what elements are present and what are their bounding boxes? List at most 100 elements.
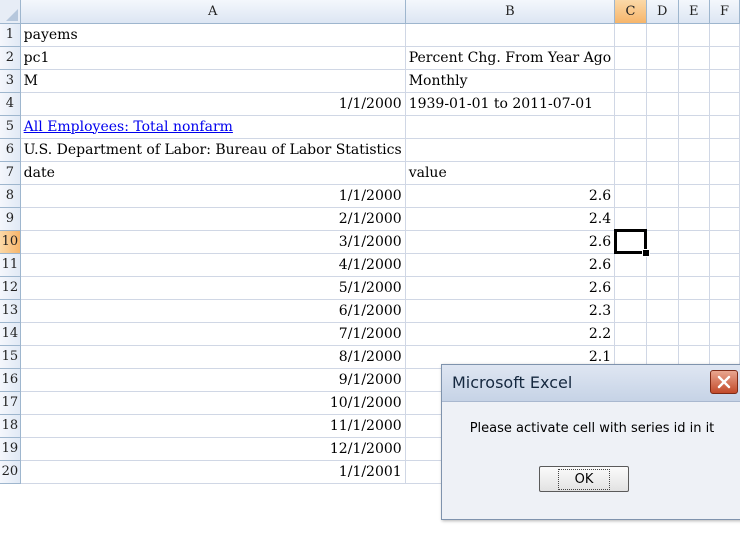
cell-c3[interactable]	[614, 69, 647, 93]
cell-e13[interactable]	[678, 299, 710, 323]
cell-b11[interactable]: 2.6	[405, 253, 616, 277]
cell-e5[interactable]	[678, 115, 710, 139]
cell-d14[interactable]	[646, 322, 679, 346]
cell-e11[interactable]	[678, 253, 710, 277]
cell-a1[interactable]: payems	[20, 23, 406, 47]
row-header[interactable]: 20	[0, 460, 21, 484]
cell-e1[interactable]	[678, 23, 710, 47]
cell-a18[interactable]: 11/1/2000	[20, 414, 406, 438]
row-header[interactable]: 14	[0, 322, 21, 346]
active-cell-c10[interactable]	[613, 229, 650, 257]
cell-c8[interactable]	[614, 184, 647, 208]
cell-c4[interactable]	[614, 92, 647, 116]
row-header[interactable]: 8	[0, 184, 21, 208]
cell-f13[interactable]	[709, 299, 740, 323]
dialog-close-button[interactable]	[710, 370, 738, 394]
cell-b14[interactable]: 2.2	[405, 322, 616, 346]
cell-a5-hyperlink[interactable]: All Employees: Total nonfarm	[20, 115, 406, 139]
cell-a6[interactable]: U.S. Department of Labor: Bureau of Labo…	[20, 138, 406, 162]
cell-b5[interactable]	[405, 115, 616, 139]
row-header[interactable]: 4	[0, 92, 21, 116]
cell-c5[interactable]	[614, 115, 647, 139]
cell-a12[interactable]: 5/1/2000	[20, 276, 406, 300]
cell-a2[interactable]: pc1	[20, 46, 406, 70]
cell-d11[interactable]	[646, 253, 679, 277]
cell-a14[interactable]: 7/1/2000	[20, 322, 406, 346]
row-header[interactable]: 15	[0, 345, 21, 369]
cell-a20[interactable]: 1/1/2001	[20, 460, 406, 484]
cell-d3[interactable]	[646, 69, 679, 93]
cell-a15[interactable]: 8/1/2000	[20, 345, 406, 369]
cell-e10[interactable]	[678, 230, 710, 254]
cell-b1[interactable]	[405, 23, 616, 47]
cell-e6[interactable]	[678, 138, 710, 162]
column-header-b[interactable]: B	[405, 0, 616, 24]
cell-c2[interactable]	[614, 46, 647, 70]
cell-d9[interactable]	[646, 207, 679, 231]
cell-d2[interactable]	[646, 46, 679, 70]
cell-f8[interactable]	[709, 184, 740, 208]
cell-a8[interactable]: 1/1/2000	[20, 184, 406, 208]
cell-f7[interactable]	[709, 161, 740, 185]
cell-b13[interactable]: 2.3	[405, 299, 616, 323]
cell-b4[interactable]: 1939-01-01 to 2011-07-01	[405, 92, 616, 116]
row-header[interactable]: 11	[0, 253, 21, 277]
cell-f5[interactable]	[709, 115, 740, 139]
cell-b10[interactable]: 2.6	[405, 230, 616, 254]
cell-c7[interactable]	[614, 161, 647, 185]
cell-b3[interactable]: Monthly	[405, 69, 616, 93]
cell-d5[interactable]	[646, 115, 679, 139]
column-header-d[interactable]: D	[646, 0, 679, 24]
cell-b8[interactable]: 2.6	[405, 184, 616, 208]
cell-a17[interactable]: 10/1/2000	[20, 391, 406, 415]
row-header-selected[interactable]: 10	[0, 230, 21, 254]
ok-button[interactable]: OK	[539, 466, 629, 492]
cell-a13[interactable]: 6/1/2000	[20, 299, 406, 323]
cell-d1[interactable]	[646, 23, 679, 47]
row-header[interactable]: 6	[0, 138, 21, 162]
column-header-f[interactable]: F	[709, 0, 740, 24]
cell-e2[interactable]	[678, 46, 710, 70]
cell-b7[interactable]: value	[405, 161, 616, 185]
cell-a19[interactable]: 12/1/2000	[20, 437, 406, 461]
row-header[interactable]: 5	[0, 115, 21, 139]
row-header[interactable]: 2	[0, 46, 21, 70]
column-header-a[interactable]: A	[20, 0, 406, 24]
cell-f2[interactable]	[709, 46, 740, 70]
cell-d7[interactable]	[646, 161, 679, 185]
dialog-titlebar[interactable]: Microsoft Excel	[442, 365, 740, 402]
cell-c12[interactable]	[614, 276, 647, 300]
cell-e14[interactable]	[678, 322, 710, 346]
cell-f3[interactable]	[709, 69, 740, 93]
cell-d10[interactable]	[646, 230, 679, 254]
cell-c13[interactable]	[614, 299, 647, 323]
cell-e8[interactable]	[678, 184, 710, 208]
cell-f14[interactable]	[709, 322, 740, 346]
cell-d8[interactable]	[646, 184, 679, 208]
row-header[interactable]: 13	[0, 299, 21, 323]
cell-f4[interactable]	[709, 92, 740, 116]
cell-b2[interactable]: Percent Chg. From Year Ago	[405, 46, 616, 70]
cell-f11[interactable]	[709, 253, 740, 277]
cell-d13[interactable]	[646, 299, 679, 323]
row-header[interactable]: 3	[0, 69, 21, 93]
cell-e7[interactable]	[678, 161, 710, 185]
cell-f6[interactable]	[709, 138, 740, 162]
cell-a9[interactable]: 2/1/2000	[20, 207, 406, 231]
cell-d6[interactable]	[646, 138, 679, 162]
cell-f9[interactable]	[709, 207, 740, 231]
column-header-e[interactable]: E	[678, 0, 710, 24]
row-header[interactable]: 19	[0, 437, 21, 461]
row-header[interactable]: 16	[0, 368, 21, 392]
cell-c1[interactable]	[614, 23, 647, 47]
cell-c6[interactable]	[614, 138, 647, 162]
fill-handle[interactable]	[641, 248, 650, 257]
cell-f10[interactable]	[709, 230, 740, 254]
cell-a10[interactable]: 3/1/2000	[20, 230, 406, 254]
cell-e12[interactable]	[678, 276, 710, 300]
cell-a3[interactable]: M	[20, 69, 406, 93]
cell-e4[interactable]	[678, 92, 710, 116]
row-header[interactable]: 12	[0, 276, 21, 300]
cell-a4[interactable]: 1/1/2000	[20, 92, 406, 116]
cell-b6[interactable]	[405, 138, 616, 162]
